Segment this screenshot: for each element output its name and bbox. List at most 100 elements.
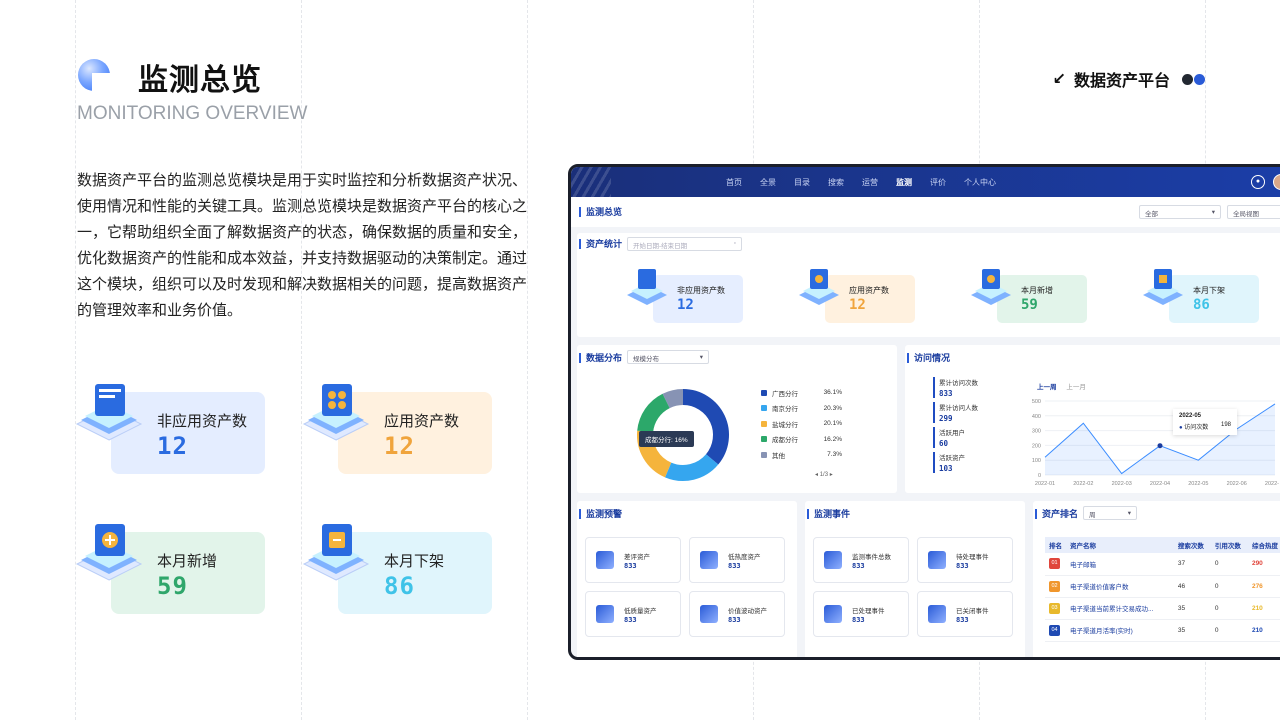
tab-last-week[interactable]: 上一周	[1037, 384, 1057, 391]
x-tick-label: 2022-02	[1073, 481, 1093, 487]
mini-stat: 本月新增 59	[969, 269, 1087, 327]
page-subtitle: MONITORING OVERVIEW	[77, 103, 308, 124]
cube-icon	[700, 551, 718, 569]
line-chart: 0 100 200 300 400 500 2022-01 2022-02 2022-03 202…	[1032, 399, 1279, 487]
nav-decoration	[571, 167, 611, 197]
asset-name: 电子渠道当前累计交易成功...	[1065, 597, 1174, 620]
stat-value: 12	[677, 297, 694, 313]
stat-card-removed: 本月下架 86	[302, 524, 492, 622]
nav-item[interactable]: 全景	[760, 177, 776, 188]
y-tick-label: 500	[1032, 399, 1041, 405]
nav-menu: 首页 全景 目录 搜索 运营 监测 评价 个人中心	[726, 177, 996, 188]
add-asset-icon	[971, 269, 1011, 305]
mini-stat: 应用资产数 12	[797, 269, 915, 327]
heat-value: 276	[1247, 575, 1280, 598]
nav-item[interactable]: 目录	[794, 177, 810, 188]
ranking-panel: 资产排名 周 ▾ 排名 资产名称 搜索次数 引用次数 综合热度 01 电子邮箱 37 0 290 0…	[1033, 501, 1280, 657]
table-row[interactable]: 04 电子渠道月活率(实时) 35 0 210	[1045, 619, 1280, 642]
dashboard-title: 监测总览	[579, 207, 622, 217]
donut-slice	[637, 393, 671, 433]
period-tabs: 上一周 上一月	[1037, 381, 1086, 391]
section-title: 资产统计	[579, 239, 622, 249]
stat-value: 12	[849, 297, 866, 313]
view-select[interactable]: 全局视图	[1227, 205, 1280, 219]
legend-label: 其他	[772, 452, 785, 460]
caret-down-icon: ▾	[1211, 209, 1215, 216]
heat-value: 210	[1247, 597, 1280, 620]
org-select[interactable]: 全部 ▾	[1139, 205, 1221, 219]
stat-value: 59	[157, 572, 188, 600]
section-title: 数据分布	[579, 353, 622, 363]
nav-item[interactable]: 首页	[726, 177, 742, 188]
table-row[interactable]: 01 电子邮箱 37 0 290	[1045, 553, 1280, 576]
stat-value: 59	[1021, 297, 1038, 313]
mini-stat: 本月下架 86	[1141, 269, 1259, 327]
event-card[interactable]: 已处理事件 833	[813, 591, 909, 637]
ranking-table: 排名 资产名称 搜索次数 引用次数 综合热度 01 电子邮箱 37 0 290 02 电子渠道价值客…	[1045, 537, 1280, 642]
done-icon	[824, 605, 842, 623]
legend-item[interactable]: 成都分行 16.2%	[761, 432, 842, 448]
stat-label: 应用资产数	[849, 286, 889, 295]
asset-stats-panel: 资产统计 开始日期-结束日期 ▫ 非应用资产数 12 应用资产数 12 本月新增 …	[577, 233, 1280, 337]
date-range-input[interactable]: 开始日期-结束日期 ▫	[627, 237, 742, 251]
kpi-list: 累计访问次数 833 累计访问人数 299 活跃用户 60 活跃资产 103	[933, 377, 978, 477]
distribution-select[interactable]: 规模分布 ▾	[627, 350, 709, 364]
alert-card[interactable]: 价值波动资产 833	[689, 591, 785, 637]
x-tick-label: 2022-05	[1188, 481, 1208, 487]
nav-item[interactable]: 运营	[862, 177, 878, 188]
legend-swatch	[761, 436, 767, 443]
donut-slice	[662, 389, 684, 409]
legend-pager[interactable]: ◂ 1/3 ▸	[815, 471, 833, 478]
table-row[interactable]: 03 电子渠道当前累计交易成功... 35 0 210	[1045, 597, 1280, 620]
alert-card[interactable]: 低质量资产 833	[585, 591, 681, 637]
table-row[interactable]: 02 电子渠道价值客户数 46 0 276	[1045, 575, 1280, 598]
ref-count: 0	[1210, 597, 1248, 620]
stat-label: 非应用资产数	[157, 413, 248, 430]
nav-item[interactable]: 个人中心	[964, 177, 996, 188]
nav-item[interactable]: 搜索	[828, 177, 844, 188]
avatar[interactable]	[1273, 174, 1280, 190]
dashboard-screenshot: 首页 全景 目录 搜索 运营 监测 评价 个人中心 ● 监测总览 全部 ▾ 全局视…	[568, 164, 1280, 660]
stat-label: 非应用资产数	[677, 286, 725, 295]
legend-label: 南京分行	[772, 406, 798, 414]
legend-value: 36.1%	[823, 389, 842, 397]
y-tick-label: 400	[1032, 414, 1041, 420]
nav-item[interactable]: 评价	[930, 177, 946, 188]
y-tick-label: 200	[1032, 443, 1041, 449]
top-nav: 首页 全景 目录 搜索 运营 监测 评价 个人中心 ●	[571, 167, 1280, 197]
y-tick-label: 300	[1032, 429, 1041, 435]
bell-icon[interactable]: ●	[1251, 175, 1265, 189]
period-select[interactable]: 周 ▾	[1083, 506, 1137, 520]
rank-badge: 04	[1049, 624, 1060, 636]
nav-item-active[interactable]: 监测	[896, 177, 912, 188]
section-title: 监测事件	[807, 509, 850, 519]
event-card[interactable]: 待处理事件 833	[917, 537, 1013, 583]
event-card[interactable]: 已关闭事件 833	[917, 591, 1013, 637]
legend-item[interactable]: 广西分行 36.1%	[761, 385, 842, 401]
search-count: 35	[1173, 597, 1211, 620]
y-tick-label: 100	[1032, 458, 1041, 464]
tab-last-month[interactable]: 上一月	[1066, 384, 1086, 391]
ref-count: 0	[1210, 619, 1248, 642]
x-tick-label: 2022-07	[1265, 481, 1279, 487]
stat-label: 本月新增	[1021, 286, 1053, 295]
legend-swatch	[761, 451, 767, 458]
line-area	[1045, 403, 1275, 475]
donut-slice	[682, 389, 729, 465]
legend-item[interactable]: 南京分行 20.3%	[761, 401, 842, 417]
legend-item[interactable]: 其他 7.3%	[761, 447, 842, 463]
alert-card[interactable]: 差评资产 833	[585, 537, 681, 583]
legend-item[interactable]: 盐城分行 20.1%	[761, 416, 842, 432]
search-count: 37	[1173, 553, 1211, 576]
alerts-panel: 监测预警 差评资产 833 低热度资产 833 低质量资产 833 价值波动资产 833	[577, 501, 797, 657]
event-card[interactable]: 监测事件总数 833	[813, 537, 909, 583]
remove-asset-icon	[1143, 269, 1183, 305]
chart-legend: 广西分行 36.1% 南京分行 20.3% 盐城分行 20.1% 成都分行 16.2% 其他 7.…	[761, 385, 842, 463]
alert-card[interactable]: 低热度资产 833	[689, 537, 785, 583]
visits-panel: 访问情况 累计访问次数 833 累计访问人数 299 活跃用户 60 活跃资产 103 …	[905, 345, 1280, 493]
asset-name: 电子渠道价值客户数	[1065, 575, 1174, 598]
legend-swatch	[761, 389, 767, 396]
stat-label: 本月下架	[1193, 286, 1225, 295]
stat-value: 86	[1193, 297, 1210, 313]
x-tick-label: 2022-04	[1150, 481, 1170, 487]
